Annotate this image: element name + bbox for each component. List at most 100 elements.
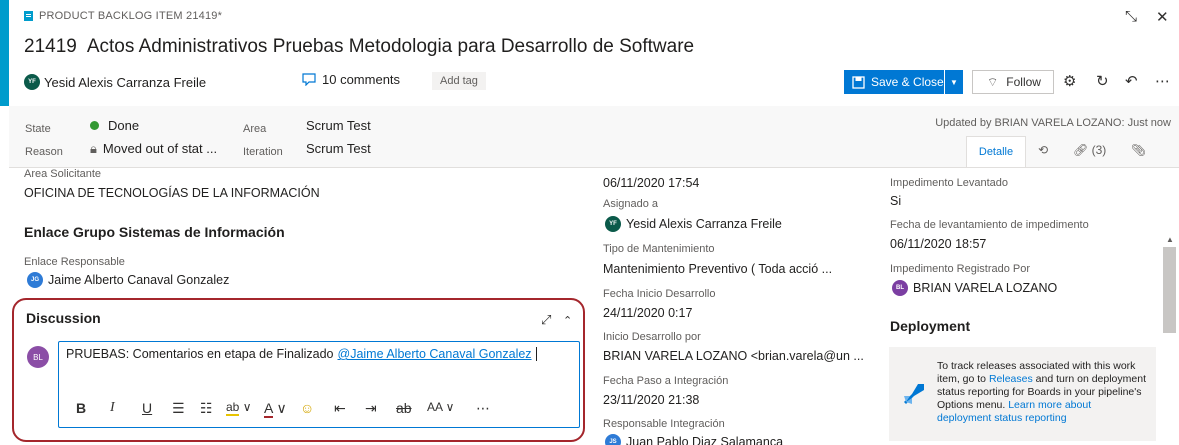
tipo-label: Tipo de Mantenimiento — [603, 243, 715, 255]
strikethrough-icon[interactable]: ab — [396, 400, 412, 416]
collapse-icon[interactable]: ⤡ — [1125, 8, 1137, 25]
area-label: Area — [243, 123, 267, 135]
comments-link[interactable]: 10 comments — [302, 72, 400, 87]
highlight-color-icon[interactable]: ab ∨ — [226, 400, 251, 416]
italic-button[interactable]: I — [110, 400, 115, 416]
indent-icon[interactable]: ⇥ — [365, 400, 377, 417]
emoji-icon[interactable]: ☺ — [300, 400, 314, 416]
comment-text[interactable]: PRUEBAS: Comentarios en etapa de Finaliz… — [66, 347, 537, 361]
add-tag-button[interactable]: Add tag — [432, 72, 486, 90]
comment-body: PRUEBAS: Comentarios en etapa de Finaliz… — [66, 347, 334, 361]
link-icon: 🔗︎ — [1073, 143, 1089, 157]
tab-detalle[interactable]: Detalle — [966, 136, 1026, 167]
reason-label: Reason — [25, 146, 63, 158]
backlog-item-icon — [24, 11, 33, 21]
settings-gear-icon[interactable]: ⚙ — [1063, 72, 1076, 90]
fecha-levantamiento-label: Fecha de levantamiento de impedimento — [890, 219, 1089, 231]
save-close-button[interactable]: Save & Close — [844, 70, 944, 94]
outdent-icon[interactable]: ⇤ — [334, 400, 346, 417]
asignado-field[interactable]: YF Yesid Alexis Carranza Freile — [605, 216, 782, 232]
scrollbar-thumb[interactable] — [1163, 247, 1176, 333]
links-tab[interactable]: 🔗︎ (3) — [1073, 143, 1106, 157]
avatar: JS — [605, 434, 621, 445]
pipelines-rocket-icon — [904, 384, 924, 404]
comment-icon — [302, 73, 316, 86]
enlace-responsable-field[interactable]: JG Jaime Alberto Canaval Gonzalez — [27, 272, 229, 288]
avatar: BL — [892, 280, 908, 296]
section-enlace-title: Enlace Grupo Sistemas de Información — [24, 224, 285, 240]
follow-label: Follow — [1006, 75, 1041, 89]
fecha-paso-value[interactable]: 23/11/2020 21:38 — [603, 393, 699, 407]
state-done-dot — [90, 121, 99, 130]
work-item-id: 21419 — [24, 36, 77, 57]
mention-link[interactable]: @Jaime Alberto Canaval Gonzalez — [338, 347, 532, 361]
attachment-icon[interactable]: 📎︎ — [1131, 143, 1146, 157]
enlace-responsable-value: Jaime Alberto Canaval Gonzalez — [48, 273, 230, 287]
follow-icon: ⌔ — [987, 74, 999, 89]
history-icon[interactable]: ⟲ — [1038, 143, 1048, 157]
fecha-inicio-label: Fecha Inicio Desarrollo — [603, 288, 716, 300]
deployment-info-text: To track releases associated with this w… — [937, 360, 1147, 425]
imp-registrado-value: BRIAN VARELA LOZANO — [913, 281, 1058, 295]
asignado-label: Asignado a — [603, 198, 659, 210]
imp-levantado-value[interactable]: Si — [890, 194, 901, 208]
text-cursor — [535, 347, 537, 361]
deployment-title: Deployment — [890, 318, 971, 334]
bulleted-list-icon[interactable]: ☰ — [172, 400, 185, 417]
close-icon[interactable]: ✕ — [1156, 8, 1169, 26]
current-user-avatar: BL — [27, 346, 49, 368]
fecha-levantamiento-value[interactable]: 06/11/2020 18:57 — [890, 237, 986, 251]
scroll-up-icon[interactable]: ▲ — [1166, 235, 1174, 244]
iteration-value[interactable]: Scrum Test — [306, 141, 371, 156]
inicio-por-label: Inicio Desarrollo por — [603, 331, 701, 343]
work-item-type: PRODUCT BACKLOG ITEM 21419* — [24, 10, 222, 22]
avatar: YF — [24, 74, 40, 90]
fecha-paso-label: Fecha Paso a Integración — [603, 375, 729, 387]
reason-value: Moved out of stat ... — [102, 141, 218, 156]
save-dropdown-chevron-icon[interactable]: ▼ — [945, 70, 963, 94]
responsable-integracion-field[interactable]: JS Juan Pablo Diaz Salamanca — [605, 434, 783, 445]
save-close-label: Save & Close — [871, 75, 944, 89]
area-solicitante-label: Area Solicitante — [24, 168, 102, 180]
area-solicitante-value[interactable]: OFICINA DE TECNOLOGÍAS DE LA INFORMACIÓN — [24, 186, 320, 200]
bold-button[interactable]: B — [76, 400, 86, 416]
date-top-value[interactable]: 06/11/2020 17:54 — [603, 176, 699, 190]
state-field[interactable]: Done — [90, 118, 139, 133]
discussion-title: Discussion — [26, 310, 101, 326]
refresh-icon[interactable]: ↻ — [1096, 72, 1109, 90]
tipo-value[interactable]: Mantenimiento Preventivo ( Toda acció ..… — [603, 262, 832, 276]
inicio-por-value[interactable]: BRIAN VARELA LOZANO <brian.varela@un ... — [603, 349, 864, 363]
state-label: State — [25, 123, 51, 135]
releases-link[interactable]: Releases — [989, 373, 1033, 385]
save-icon — [852, 75, 865, 89]
imp-registrado-field[interactable]: BL BRIAN VARELA LOZANO — [892, 280, 1057, 296]
enlace-responsable-label: Enlace Responsable — [24, 256, 125, 268]
font-size-icon[interactable]: AA ∨ — [427, 400, 454, 414]
work-item-accent-bar — [0, 0, 9, 106]
undo-icon[interactable]: ↶ — [1125, 72, 1138, 90]
assignee-name[interactable]: Yesid Alexis Carranza Freile — [44, 75, 206, 90]
discussion-controls: ⤢ ⌃ — [541, 312, 572, 328]
assignee-field[interactable]: YF Yesid Alexis Carranza Freile — [24, 70, 206, 94]
fecha-inicio-value[interactable]: 24/11/2020 0:17 — [603, 306, 692, 320]
more-actions-icon[interactable]: ⋯ — [1155, 72, 1170, 90]
underline-button[interactable]: U — [142, 400, 152, 416]
work-item-title-text[interactable]: Actos Administrativos Pruebas Metodologi… — [87, 36, 694, 58]
updated-by-text[interactable]: Updated by BRIAN VARELA LOZANO: Just now — [935, 117, 1171, 129]
reason-field[interactable]: 🔒︎ Moved out of stat ... — [90, 141, 217, 157]
comments-count[interactable]: 10 comments — [322, 72, 400, 87]
responsable-integracion-label: Responsable Integración — [603, 418, 725, 430]
numbered-list-icon[interactable]: ☷ — [200, 400, 213, 417]
area-value[interactable]: Scrum Test — [306, 118, 371, 133]
work-item-title[interactable]: 21419 Actos Administrativos Pruebas Meto… — [24, 36, 694, 58]
avatar: JG — [27, 272, 43, 288]
collapse-chevron-icon[interactable]: ⌃ — [563, 315, 572, 327]
font-color-icon[interactable]: A ∨ — [264, 400, 287, 418]
more-format-options-icon[interactable]: ⋯ — [476, 400, 490, 417]
imp-levantado-label: Impedimento Levantado — [890, 177, 1009, 189]
expand-icon[interactable]: ⤢ — [541, 312, 551, 327]
follow-button[interactable]: ⌔ Follow — [972, 70, 1054, 94]
lock-icon: 🔒︎ — [90, 141, 97, 156]
links-count: (3) — [1091, 143, 1107, 157]
state-value: Done — [108, 118, 140, 133]
